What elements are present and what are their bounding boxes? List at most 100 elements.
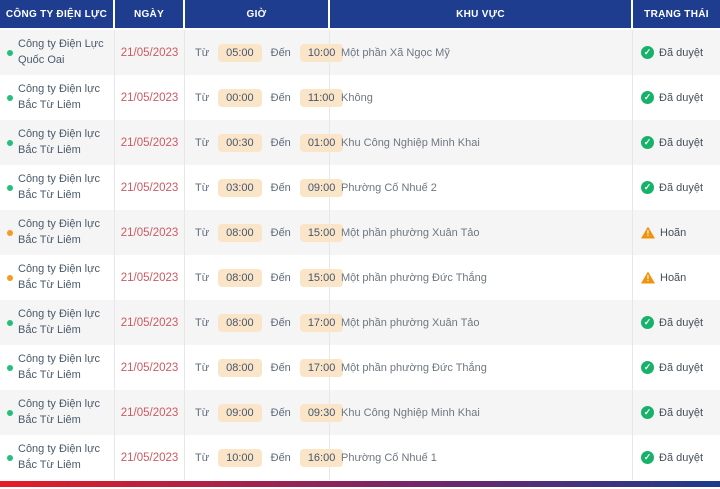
area-cell: Một phần phường Đức Thắng bbox=[330, 255, 633, 300]
warning-triangle-icon: ! bbox=[641, 271, 655, 284]
area-cell: Khu Công Nghiệp Minh Khai bbox=[330, 120, 633, 165]
time-from-label: Từ bbox=[195, 316, 210, 329]
date-cell: 21/05/2023 bbox=[115, 75, 185, 120]
table-row[interactable]: Công ty Điện lực Bắc Từ Liêm 21/05/2023 … bbox=[0, 75, 720, 120]
area-cell: Phường Cố Nhuế 1 bbox=[330, 435, 633, 480]
status-label: Đã duyệt bbox=[659, 136, 704, 149]
column-header-company[interactable]: CÔNG TY ĐIỆN LỰC bbox=[0, 0, 115, 28]
company-name: Công ty Điện lực Bắc Từ Liêm bbox=[18, 262, 100, 291]
column-header-time[interactable]: GIỜ bbox=[185, 0, 330, 28]
area-cell: Khu Công Nghiệp Minh Khai bbox=[330, 390, 633, 435]
time-cell: Từ 00:30 Đến 01:00 bbox=[185, 120, 344, 165]
time-to-label: Đến bbox=[270, 361, 291, 374]
area-name: Không bbox=[341, 91, 373, 104]
time-from-value: 08:00 bbox=[218, 358, 262, 377]
status-dot-icon bbox=[7, 139, 13, 146]
warning-triangle-icon: ! bbox=[641, 226, 655, 239]
bottom-gradient-bar bbox=[0, 481, 720, 487]
time-from-label: Từ bbox=[195, 271, 210, 284]
column-header-area[interactable]: KHU VỰC bbox=[330, 0, 633, 28]
time-from-label: Từ bbox=[195, 181, 210, 194]
area-name: Một phần phường Đức Thắng bbox=[341, 361, 487, 374]
date-value: 21/05/2023 bbox=[120, 451, 179, 464]
status-cell: ✓ Đã duyệt bbox=[633, 435, 720, 480]
table-row[interactable]: Công ty Điện lực Bắc Từ Liêm 21/05/2023 … bbox=[0, 120, 720, 165]
date-cell: 21/05/2023 bbox=[115, 390, 185, 435]
time-to-label: Đến bbox=[270, 46, 291, 59]
time-cell: Từ 00:00 Đến 11:00 bbox=[185, 75, 343, 120]
table-row[interactable]: Công ty Điện lực Bắc Từ Liêm 21/05/2023 … bbox=[0, 300, 720, 345]
time-cell: Từ 08:00 Đến 17:00 bbox=[185, 345, 344, 390]
status-label: Đã duyệt bbox=[659, 316, 704, 329]
area-cell: Không bbox=[330, 75, 633, 120]
check-circle-icon: ✓ bbox=[641, 136, 654, 149]
date-value: 21/05/2023 bbox=[120, 226, 179, 239]
company-name: Công ty Điện lực Bắc Từ Liêm bbox=[18, 307, 100, 336]
date-value: 21/05/2023 bbox=[120, 181, 179, 194]
table-row[interactable]: Công ty Điện lực Bắc Từ Liêm 21/05/2023 … bbox=[0, 210, 720, 255]
date-value: 21/05/2023 bbox=[120, 46, 179, 59]
status-dot-icon bbox=[7, 94, 13, 101]
area-name: Một phần phường Đức Thắng bbox=[341, 271, 487, 284]
status-label: Đã duyệt bbox=[659, 181, 704, 194]
status-cell: ✓ Đã duyệt bbox=[633, 300, 720, 345]
status-label: Hoãn bbox=[660, 271, 687, 284]
area-name: Khu Công Nghiệp Minh Khai bbox=[341, 136, 480, 149]
company-name: Công ty Điện lực Bắc Từ Liêm bbox=[18, 172, 100, 201]
date-value: 21/05/2023 bbox=[120, 271, 179, 284]
outage-schedule-table: CÔNG TY ĐIỆN LỰC NGÀY GIỜ KHU VỰC TRẠNG … bbox=[0, 0, 720, 480]
table-row[interactable]: Công ty Điện lực Bắc Từ Liêm 21/05/2023 … bbox=[0, 255, 720, 300]
time-to-label: Đến bbox=[270, 91, 291, 104]
time-cell: Từ 10:00 Đến 16:00 bbox=[185, 435, 344, 480]
time-cell: Từ 08:00 Đến 15:00 bbox=[185, 210, 344, 255]
table-row[interactable]: Công ty Điện lực Bắc Từ Liêm 21/05/2023 … bbox=[0, 165, 720, 210]
company-cell: Công ty Điện lực Bắc Từ Liêm bbox=[0, 345, 115, 390]
company-cell: Công ty Điện lực Bắc Từ Liêm bbox=[0, 165, 115, 210]
table-body: Công ty Điện Lực Quốc Oai 21/05/2023 Từ … bbox=[0, 30, 720, 480]
company-cell: Công ty Điện lực Bắc Từ Liêm bbox=[0, 75, 115, 120]
time-from-value: 08:00 bbox=[218, 313, 262, 332]
table-row[interactable]: Công ty Điện lực Bắc Từ Liêm 21/05/2023 … bbox=[0, 390, 720, 435]
date-value: 21/05/2023 bbox=[120, 361, 179, 374]
column-header-status[interactable]: TRẠNG THÁI bbox=[633, 0, 720, 28]
status-cell: ✓ Đã duyệt bbox=[633, 30, 720, 75]
table-row[interactable]: Công ty Điện lực Bắc Từ Liêm 21/05/2023 … bbox=[0, 345, 720, 390]
company-name: Công ty Điện Lực Quốc Oai bbox=[18, 37, 104, 66]
status-cell: ✓ Đã duyệt bbox=[633, 345, 720, 390]
check-circle-icon: ✓ bbox=[641, 406, 654, 419]
check-circle-icon: ✓ bbox=[641, 181, 654, 194]
time-from-value: 00:00 bbox=[218, 88, 262, 107]
status-dot-icon bbox=[7, 184, 13, 191]
company-cell: Công ty Điện lực Bắc Từ Liêm bbox=[0, 435, 115, 480]
company-cell: Công ty Điện lực Bắc Từ Liêm bbox=[0, 390, 115, 435]
column-header-date[interactable]: NGÀY bbox=[115, 0, 185, 28]
date-cell: 21/05/2023 bbox=[115, 165, 185, 210]
company-name: Công ty Điện lực Bắc Từ Liêm bbox=[18, 442, 100, 471]
table-row[interactable]: Công ty Điện lực Bắc Từ Liêm 21/05/2023 … bbox=[0, 435, 720, 480]
table-header-row: CÔNG TY ĐIỆN LỰC NGÀY GIỜ KHU VỰC TRẠNG … bbox=[0, 0, 720, 30]
status-cell: ! Hoãn bbox=[633, 255, 720, 300]
status-cell: ✓ Đã duyệt bbox=[633, 165, 720, 210]
status-cell: ✓ Đã duyệt bbox=[633, 390, 720, 435]
company-cell: Công ty Điện lực Bắc Từ Liêm bbox=[0, 210, 115, 255]
date-value: 21/05/2023 bbox=[120, 316, 179, 329]
company-name: Công ty Điện lực Bắc Từ Liêm bbox=[18, 352, 100, 381]
date-value: 21/05/2023 bbox=[120, 91, 179, 104]
company-cell: Công ty Điện lực Bắc Từ Liêm bbox=[0, 120, 115, 165]
time-cell: Từ 09:00 Đến 09:30 bbox=[185, 390, 344, 435]
area-cell: Một phần phường Xuân Tảo bbox=[330, 210, 633, 255]
status-dot-icon bbox=[7, 454, 13, 461]
company-name: Công ty Điện lực Bắc Từ Liêm bbox=[18, 217, 100, 246]
time-to-label: Đến bbox=[270, 271, 291, 284]
time-cell: Từ 08:00 Đến 17:00 bbox=[185, 300, 344, 345]
time-to-label: Đến bbox=[270, 451, 291, 464]
time-to-label: Đến bbox=[270, 316, 291, 329]
time-from-value: 08:00 bbox=[218, 223, 262, 242]
time-to-label: Đến bbox=[270, 181, 291, 194]
time-from-label: Từ bbox=[195, 46, 210, 59]
area-name: Một phần phường Xuân Tảo bbox=[341, 316, 480, 329]
status-cell: ✓ Đã duyệt bbox=[633, 75, 720, 120]
time-cell: Từ 08:00 Đến 15:00 bbox=[185, 255, 344, 300]
table-row[interactable]: Công ty Điện Lực Quốc Oai 21/05/2023 Từ … bbox=[0, 30, 720, 75]
time-from-label: Từ bbox=[195, 361, 210, 374]
